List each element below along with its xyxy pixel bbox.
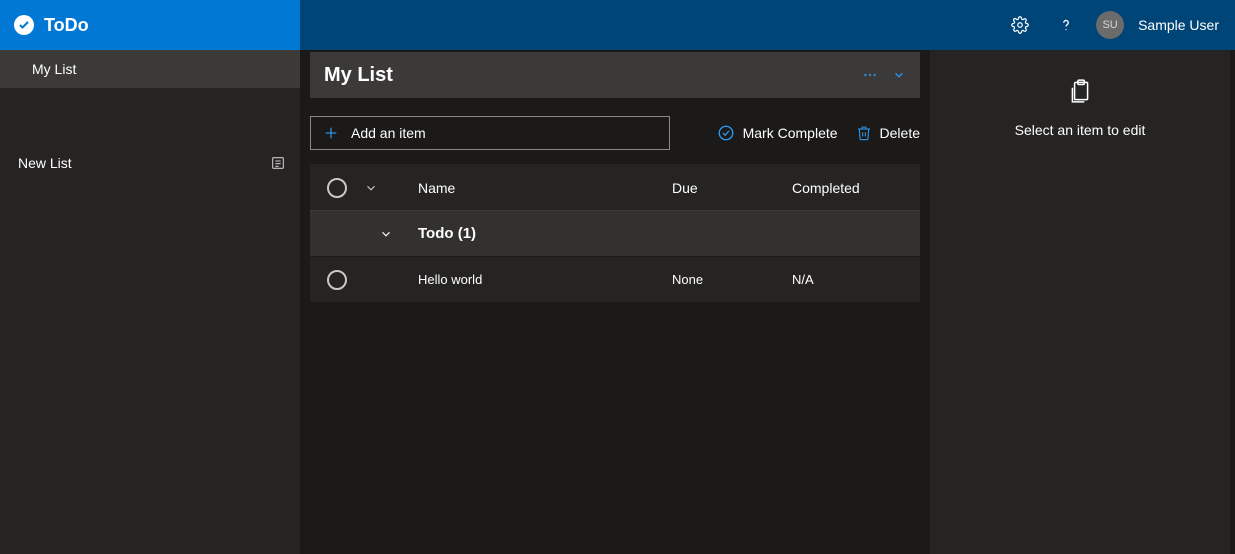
mark-complete-label: Mark Complete [743, 125, 838, 141]
details-pane: Select an item to edit [930, 50, 1230, 554]
group-label: Todo (1) [408, 225, 672, 242]
list-form-icon [270, 155, 286, 171]
app-brand[interactable]: ToDo [0, 0, 300, 50]
group-row[interactable]: Todo (1) [310, 211, 920, 257]
add-item-label: Add an item [351, 125, 426, 141]
plus-icon [323, 125, 339, 141]
avatar[interactable]: SU [1096, 11, 1124, 39]
select-all-toggle[interactable] [327, 178, 347, 198]
list-area: My List Add a [300, 50, 930, 554]
column-name[interactable]: Name [408, 180, 672, 196]
row-completed: N/A [792, 272, 912, 287]
delete-label: Delete [880, 125, 920, 141]
sidebar-item-my-list[interactable]: My List [0, 50, 300, 88]
row-name: Hello world [408, 272, 672, 287]
delete-button[interactable]: Delete [856, 125, 920, 141]
table-header: Name Due Completed [310, 165, 920, 211]
chevron-down-icon[interactable] [892, 68, 906, 82]
row-select-toggle[interactable] [327, 270, 347, 290]
expand-all-toggle[interactable] [364, 181, 408, 195]
check-circle-icon [717, 124, 735, 142]
details-placeholder: Select an item to edit [1015, 122, 1146, 138]
sidebar-item-label: My List [32, 61, 76, 77]
list-header: My List [310, 52, 920, 98]
user-name: Sample User [1138, 17, 1219, 33]
app-header: ToDo SU Sample User [0, 0, 1235, 50]
items-table: Name Due Completed Todo (1) [310, 164, 920, 303]
app-title: ToDo [44, 15, 89, 36]
gear-icon[interactable] [1004, 9, 1036, 41]
new-list-button[interactable]: New List [0, 143, 300, 183]
list-title: My List [324, 64, 393, 87]
header-actions: SU Sample User [300, 0, 1235, 50]
more-icon[interactable] [862, 67, 878, 83]
new-list-label: New List [18, 155, 72, 171]
row-due: None [672, 272, 792, 287]
trash-icon [856, 125, 872, 141]
column-due[interactable]: Due [672, 180, 792, 196]
list-toolbar: Add an item Mark Complete Delete [310, 116, 920, 150]
clipboard-icon [1067, 78, 1093, 104]
check-circle-icon [14, 15, 34, 35]
mark-complete-button[interactable]: Mark Complete [717, 124, 838, 142]
help-icon[interactable] [1050, 9, 1082, 41]
chevron-down-icon[interactable] [364, 227, 408, 241]
column-completed[interactable]: Completed [792, 180, 912, 196]
sidebar: My List New List [0, 50, 300, 554]
table-row[interactable]: Hello world None N/A [310, 257, 920, 303]
add-item-button[interactable]: Add an item [310, 116, 670, 150]
